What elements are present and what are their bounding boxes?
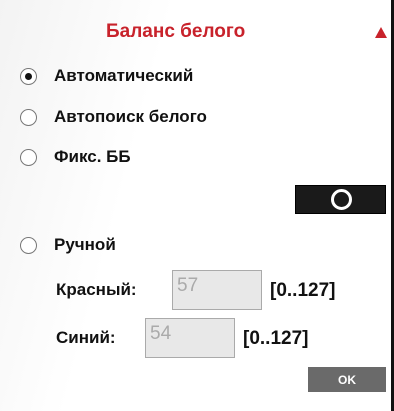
option-auto-search-label: Автопоиск белого [54, 107, 207, 126]
blue-gain-row: Синий: 54 [0..127] [0, 318, 391, 358]
radio-auto[interactable] [20, 67, 37, 85]
blue-gain-label: Синий: [56, 328, 116, 347]
ok-button[interactable]: OK [308, 367, 386, 392]
triangle-up-icon[interactable] [375, 27, 387, 38]
red-gain-row: Красный: 57 [0..127] [0, 270, 391, 310]
red-gain-label: Красный: [56, 280, 137, 299]
panel-title: Баланс белого [106, 21, 246, 42]
option-fixed-wb[interactable]: Фикс. ББ [20, 145, 131, 169]
option-manual[interactable]: Ручной [20, 233, 116, 257]
blue-gain-range: [0..127] [243, 328, 309, 349]
record-circle-icon [331, 189, 352, 210]
option-auto[interactable]: Автоматический [20, 64, 193, 88]
red-gain-input[interactable]: 57 [172, 270, 262, 310]
blue-gain-input[interactable]: 54 [145, 318, 235, 358]
radio-manual[interactable] [20, 236, 37, 254]
option-auto-label: Автоматический [54, 66, 194, 85]
radio-auto-search[interactable] [20, 108, 37, 126]
radio-fixed-wb[interactable] [20, 148, 37, 166]
option-fixed-wb-label: Фикс. ББ [54, 147, 131, 166]
white-balance-panel: Баланс белого Автоматический Автопоиск б… [0, 0, 394, 411]
fixed-wb-capture-button[interactable] [295, 185, 386, 214]
red-gain-range: [0..127] [270, 280, 336, 301]
panel-header: Баланс белого [0, 18, 391, 48]
option-manual-label: Ручной [54, 235, 116, 254]
option-auto-search[interactable]: Автопоиск белого [20, 105, 207, 129]
